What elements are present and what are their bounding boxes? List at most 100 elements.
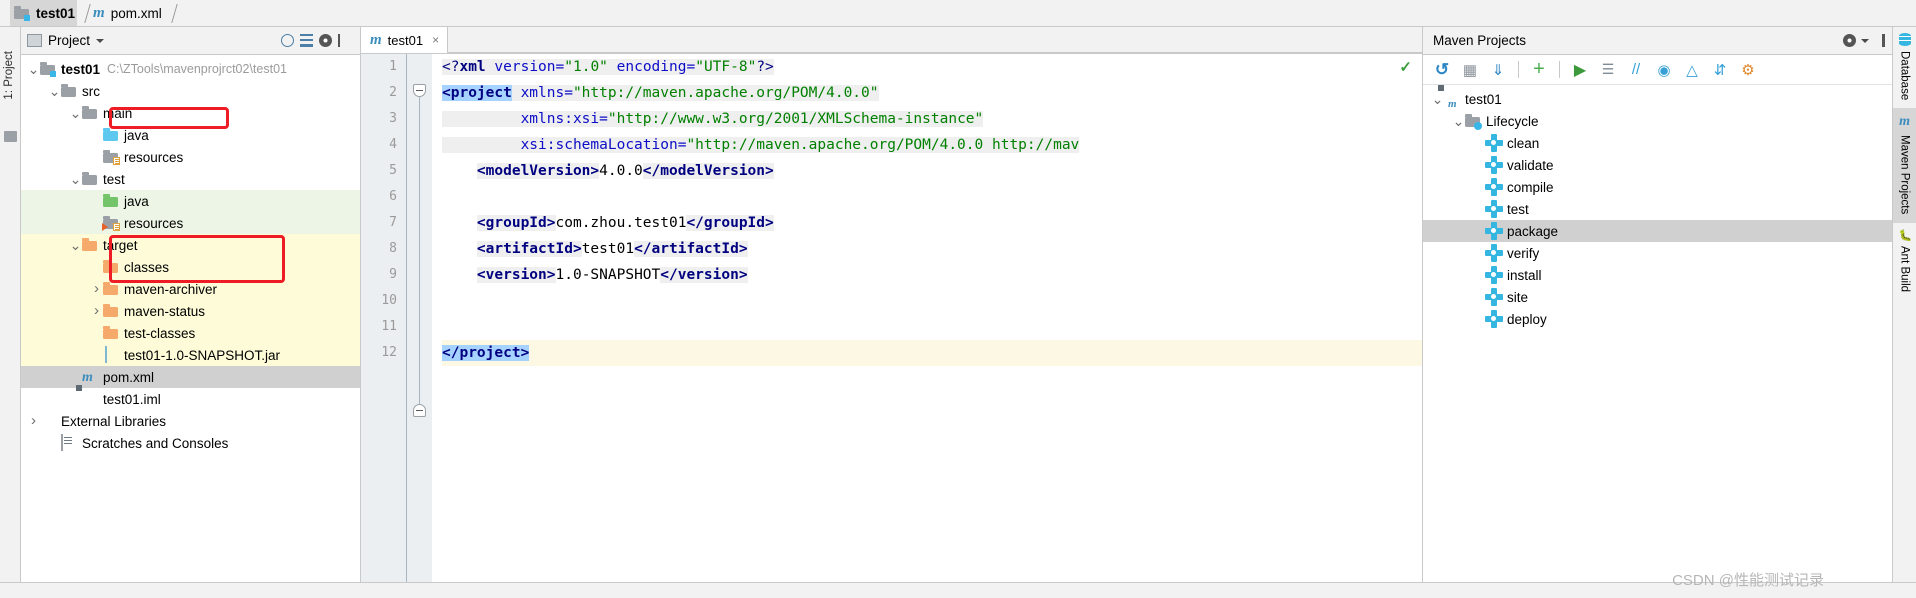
code-line[interactable]: xsi:schemaLocation="http://maven.apache.… [442,132,1422,158]
locate-icon[interactable] [281,34,294,47]
reimport-icon[interactable]: ↺ [1429,58,1455,82]
inspection-status-icon[interactable]: ✓ [1399,58,1412,76]
code-line[interactable]: <version>1.0-SNAPSHOT</version> [442,262,1422,288]
collapse-all-icon[interactable]: ⇵ [1707,58,1733,82]
tree-row[interactable]: Scratches and Consoles [21,432,360,454]
maven-goal-gear-icon [1486,289,1502,305]
chevron-right-icon[interactable]: › [27,411,40,431]
close-icon[interactable]: × [432,33,439,47]
code-line[interactable]: <project xmlns="http://maven.apache.org/… [442,80,1422,106]
toggle-skip-tests-icon[interactable]: // [1623,58,1649,82]
chevron-right-icon[interactable]: › [90,279,103,299]
maven-tree-row-label: site [1507,289,1529,305]
sidebar-item-maven-projects[interactable]: m Maven Projects [1893,108,1916,223]
code-token: 4.0.0 [599,163,643,179]
add-maven-project-icon[interactable]: + [1526,58,1552,82]
project-tool-icon[interactable] [4,131,17,142]
code-line[interactable] [442,184,1422,210]
gear-icon[interactable] [1843,34,1856,47]
collapse-all-icon[interactable] [300,34,313,47]
maven-tree-row[interactable]: test [1423,198,1892,220]
tree-row[interactable]: java [21,190,360,212]
maven-tree-row-label: compile [1507,179,1554,195]
maven-tree-row[interactable]: validate [1423,154,1892,176]
project-panel-title: Project [48,33,91,48]
code-line[interactable]: <groupId>com.zhou.test01</groupId> [442,210,1422,236]
sidebar-item-project[interactable]: 1: Project [3,51,15,100]
maven-goal-gear-icon [1486,245,1502,261]
chevron-down-icon[interactable]: ⌄ [48,83,61,99]
tree-row[interactable]: ⌄ src [21,80,360,102]
tree-row[interactable]: m pom.xml [21,366,360,388]
code-line[interactable]: <?xml version="1.0" encoding="UTF-8"?> [442,54,1422,80]
tree-row[interactable]: › External Libraries [21,410,360,432]
code-content[interactable]: <?xml version="1.0" encoding="UTF-8"?> <p… [432,54,1422,582]
maven-tree-row[interactable]: ⌄ Lifecycle [1423,110,1892,132]
tree-row-label: main [103,105,133,121]
tree-row[interactable]: java [21,124,360,146]
code-token: com.zhou.test01 [555,215,687,231]
tree-row[interactable]: › maven-status [21,300,360,322]
code-line[interactable]: </project> [442,340,1422,366]
maven-tree-row[interactable]: deploy [1423,308,1892,330]
maven-tree[interactable]: ⌄ m test01 ⌄ Lifecycle clean validate compile te… [1423,85,1892,582]
tree-row[interactable]: resources [21,146,360,168]
maven-tree-row[interactable]: verify [1423,242,1892,264]
tree-row[interactable]: ⌄ test [21,168,360,190]
code-token: xmlns= [511,85,573,101]
tree-row[interactable]: › maven-archiver [21,278,360,300]
maven-tree-row[interactable]: compile [1423,176,1892,198]
run-icon[interactable]: ▶ [1567,58,1593,82]
download-sources-icon[interactable]: ⇓ [1485,58,1511,82]
chevron-down-icon[interactable]: ⌄ [69,105,82,121]
breadcrumb-item-file[interactable]: m pom.xml [89,0,164,26]
line-number: 6 [389,189,397,204]
tree-row[interactable]: test01-1.0-SNAPSHOT.jar [21,344,360,366]
maven-tree-row[interactable]: package [1423,220,1892,242]
gear-icon[interactable] [319,34,332,47]
chevron-down-icon[interactable] [96,38,105,43]
fold-collapse-end-icon[interactable] [413,404,426,417]
maven-settings-icon[interactable]: ⚙ [1735,58,1761,82]
code-line[interactable]: <modelVersion>4.0.0</modelVersion> [442,158,1422,184]
code-folding-strip[interactable] [406,54,432,582]
hide-panel-icon[interactable] [338,34,351,47]
tree-row[interactable]: ⌄ target [21,234,360,256]
code-editor[interactable]: 1 2 3 4 5 6 7 8 9 10 11 12 <?xml version="1.0" enco… [361,54,1422,582]
maven-tree-row[interactable]: clean [1423,132,1892,154]
editor-tab-pom[interactable]: m test01 × [361,27,449,53]
execute-goal-icon[interactable]: ☰ [1595,58,1621,82]
project-tree[interactable]: ⌄ test01 C:\ZTools\mavenprojrct02\test01 ⌄ s… [21,55,360,582]
chevron-right-icon[interactable]: › [90,301,103,321]
tree-row[interactable]: ⌄ main [21,102,360,124]
hide-panel-icon[interactable] [1872,34,1885,47]
tree-row[interactable]: test-classes [21,322,360,344]
code-token: "UTF-8" [695,59,757,75]
sidebar-item-database[interactable]: Database [1893,27,1916,108]
show-dependencies-icon[interactable]: △ [1679,58,1705,82]
code-line[interactable]: xmlns:xsi="http://www.w3.org/2001/XMLSch… [442,106,1422,132]
breadcrumb-item-project[interactable]: test01 [10,0,78,26]
chevron-down-icon[interactable]: ⌄ [69,237,82,253]
chevron-down-icon[interactable]: ⌄ [27,61,40,77]
generate-sources-icon[interactable]: ▦ [1457,58,1483,82]
code-line[interactable] [442,314,1422,340]
maven-tree-row[interactable]: site [1423,286,1892,308]
code-line[interactable]: <artifactId>test01</artifactId> [442,236,1422,262]
maven-toolbar: ↺ ▦ ⇓ + ▶ ☰ // ◉ △ ⇵ ⚙ [1423,55,1892,85]
tree-row[interactable]: test01.iml [21,388,360,410]
code-line[interactable] [442,288,1422,314]
sidebar-item-ant-build[interactable]: 🐛 Ant Build [1893,223,1916,300]
chevron-down-icon[interactable]: ⌄ [1452,113,1465,129]
toggle-offline-icon[interactable]: ◉ [1651,58,1677,82]
maven-tree-row[interactable]: ⌄ m test01 [1423,88,1892,110]
tree-row[interactable]: ⌄ test01 C:\ZTools\mavenprojrct02\test01 [21,58,360,80]
chevron-down-icon[interactable] [1861,38,1869,43]
tree-row[interactable]: resources [21,212,360,234]
tree-row[interactable]: classes [21,256,360,278]
maven-tree-row-label: validate [1507,157,1554,173]
chevron-down-icon[interactable]: ⌄ [69,171,82,187]
fold-collapse-icon[interactable] [413,84,426,97]
maven-tree-row[interactable]: install [1423,264,1892,286]
